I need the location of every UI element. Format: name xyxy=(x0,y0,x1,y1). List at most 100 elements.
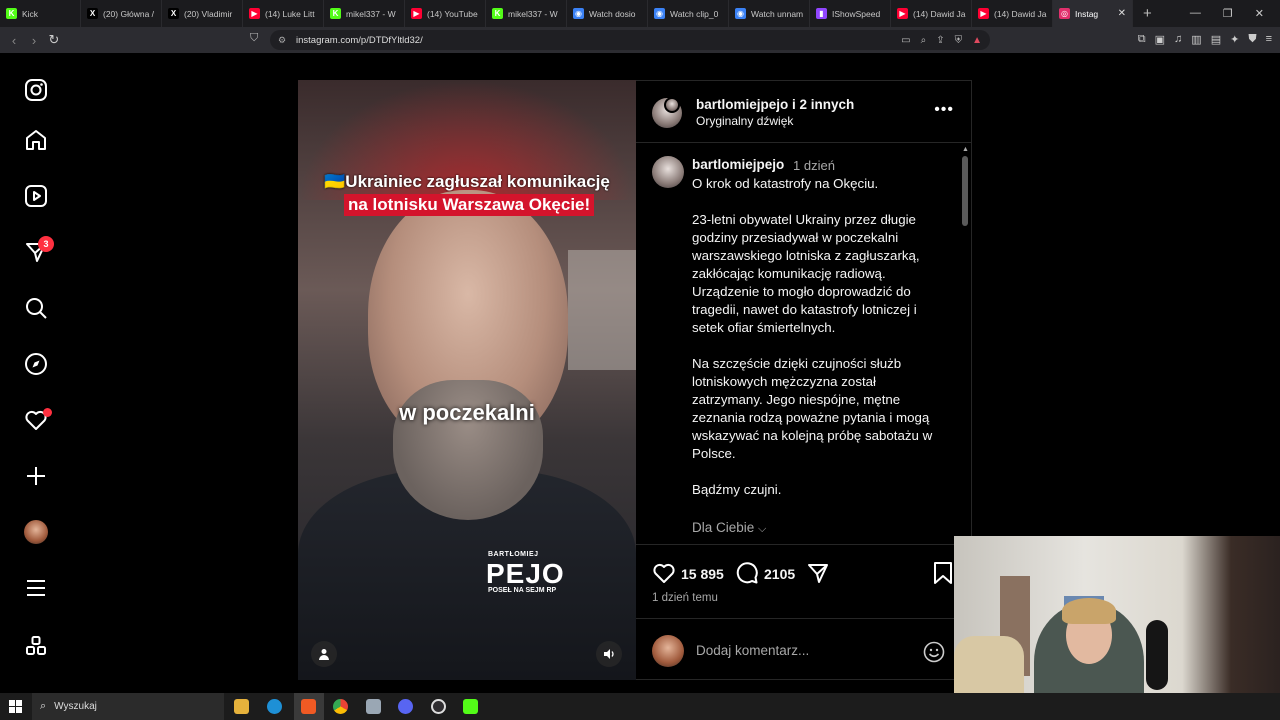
minimize-icon[interactable]: — xyxy=(1190,7,1201,20)
url-text: instagram.com/p/DTDfYltld32/ xyxy=(296,34,423,46)
app-icon[interactable] xyxy=(366,699,381,714)
caption-paragraph: O krok od katastrofy na Okęciu. xyxy=(692,176,879,191)
browser-tab[interactable]: ▶ (14) Dawid Ja xyxy=(891,0,972,27)
also-from-meta-icon[interactable] xyxy=(22,632,50,660)
logo-subtitle: POSEŁ NA SEJM RP xyxy=(488,587,557,594)
extensions-icon[interactable]: ⧉ xyxy=(1138,33,1146,46)
reload-icon[interactable]: ↻ xyxy=(44,32,64,48)
logo-firstname: BARTŁOMIEJ xyxy=(488,551,539,558)
obs-icon[interactable] xyxy=(431,699,446,714)
search-icon[interactable] xyxy=(22,294,50,322)
profile-avatar[interactable] xyxy=(22,518,50,546)
edge-icon[interactable] xyxy=(267,699,282,714)
new-tab-button[interactable]: + xyxy=(1133,5,1162,22)
scroll-up-icon[interactable]: ▲ xyxy=(962,146,969,153)
notifications-badge: 3 xyxy=(38,236,54,252)
maximize-icon[interactable]: ❐ xyxy=(1223,7,1233,20)
taskbar-search[interactable]: ⌕ Wyszukaj xyxy=(32,693,224,720)
mute-button[interactable] xyxy=(596,641,622,667)
url-field[interactable]: ⚙ instagram.com/p/DTDfYltld32/ ▭ ⌕ ⇪ ⛨ ▲ xyxy=(270,30,990,50)
for-you-dropdown[interactable]: Dla Ciebie ⌵ xyxy=(692,520,766,536)
brave-rewards-icon[interactable]: ▲ xyxy=(972,35,982,46)
tab-favicon-icon: ◎ xyxy=(1059,8,1070,19)
post-authors[interactable]: bartlomiejpejo i 2 innych xyxy=(696,97,854,112)
create-icon[interactable] xyxy=(22,462,50,490)
home-icon[interactable] xyxy=(22,126,50,154)
back-icon[interactable]: ‹ xyxy=(4,33,24,48)
discord-icon[interactable] xyxy=(398,699,413,714)
logo-surname: PEJO xyxy=(486,558,565,589)
share-icon[interactable]: ⇪ xyxy=(936,35,944,46)
share-icon[interactable] xyxy=(806,561,830,590)
explore-icon[interactable] xyxy=(22,350,50,378)
tab-favicon-icon: X xyxy=(87,8,98,19)
instagram-logo-icon[interactable] xyxy=(22,76,50,104)
tagged-users-button[interactable] xyxy=(311,641,337,667)
post-date[interactable]: 1 dzień temu xyxy=(652,592,718,604)
comment-input[interactable]: Dodaj komentarz... xyxy=(696,643,809,658)
close-window-icon[interactable]: ✕ xyxy=(1255,7,1264,20)
brave-shield-icon[interactable]: ⛨ xyxy=(955,35,963,46)
caption-username[interactable]: bartlomiejpejo xyxy=(692,157,784,172)
tab-close-icon[interactable]: ✕ xyxy=(1118,8,1126,19)
comment-icon[interactable] xyxy=(735,561,759,590)
more-menu-icon[interactable] xyxy=(22,574,50,602)
comment-count[interactable]: 2105 xyxy=(764,566,795,582)
video-subtitle: w poczekalni xyxy=(399,400,535,425)
tab-label: (14) Luke Litt xyxy=(265,8,315,19)
chrome-icon[interactable] xyxy=(333,699,348,714)
collab-avatar[interactable] xyxy=(664,97,680,113)
browser-tab[interactable]: X (20) Główna / xyxy=(81,0,162,27)
emoji-icon[interactable] xyxy=(923,641,945,668)
kick-icon[interactable] xyxy=(463,699,478,714)
windows-taskbar: ⌕ Wyszukaj xyxy=(0,693,1280,720)
browser-tab[interactable]: X (20) Vladimir xyxy=(162,0,243,27)
file-explorer-icon[interactable] xyxy=(234,699,249,714)
browser-tab[interactable]: Kmikel337 - W xyxy=(486,0,567,27)
site-info-icon[interactable]: ⚙ xyxy=(278,35,286,46)
scrollbar-thumb[interactable] xyxy=(962,156,968,226)
like-count[interactable]: 15 895 xyxy=(681,566,724,582)
wallet-icon[interactable]: ▤ xyxy=(1211,33,1221,46)
url-actions: ▭ ⌕ ⇪ ⛨ ▲ xyxy=(901,35,982,46)
caption-paragraph: Bądźmy czujni. xyxy=(692,482,782,497)
browser-tab[interactable]: ◉ Watch clip_0 xyxy=(648,0,729,27)
bookmark-icon[interactable]: ⛉ xyxy=(250,32,258,45)
caption-time[interactable]: 1 dzień xyxy=(793,158,835,173)
original-audio[interactable]: Oryginalny dźwięk xyxy=(696,114,793,128)
tab-label: Kick xyxy=(22,8,39,19)
browser-tab[interactable]: K Kick xyxy=(0,0,81,27)
tab-favicon-icon: ▶ xyxy=(411,8,422,19)
browser-tab[interactable]: ◎ Instag ✕ xyxy=(1053,0,1133,27)
menu-icon[interactable]: ≡ xyxy=(1266,33,1272,46)
cast-icon[interactable]: ▭ xyxy=(901,35,910,46)
browser-tab-bar: K Kick X (20) Główna / X (20) Vladimir ▶ (14) L… xyxy=(0,0,1280,27)
browser-tab[interactable]: ▶ (14) YouTube xyxy=(405,0,486,27)
reel-video[interactable]: 🇺🇦Ukrainiec zagłuszał komunikację na lot… xyxy=(298,80,636,680)
caption-text: O krok od katastrofy na Okęciu. 23-letni… xyxy=(692,175,946,517)
browser-tab[interactable]: ▮ IShowSpeed xyxy=(810,0,891,27)
zoom-icon[interactable]: ⌕ xyxy=(921,35,927,46)
browser-tab[interactable]: Kmikel337 - W xyxy=(324,0,405,27)
browser-tab[interactable]: ▶ (14) Luke Litt xyxy=(243,0,324,27)
sidebar-toggle-icon[interactable]: ▥ xyxy=(1191,33,1201,46)
post-header: bartlomiejpejo i 2 innych Oryginalny dźw… xyxy=(636,81,972,143)
forward-icon[interactable]: › xyxy=(24,33,44,48)
vpn-icon[interactable]: ⛊ xyxy=(1248,33,1256,46)
leo-ai-icon[interactable]: ✦ xyxy=(1230,33,1239,46)
video-title-line1: 🇺🇦Ukrainiec zagłuszał komunikację xyxy=(324,172,610,191)
reels-icon[interactable] xyxy=(22,182,50,210)
browser-tab[interactable]: ▶ (14) Dawid Ja xyxy=(972,0,1053,27)
media-icon[interactable]: ♫ xyxy=(1174,33,1182,46)
save-icon[interactable] xyxy=(932,561,954,590)
more-options-icon[interactable]: ••• xyxy=(934,101,954,119)
caption-avatar[interactable] xyxy=(652,156,684,188)
caption-section: bartlomiejpejo 1 dzień O krok od katastr… xyxy=(636,144,972,544)
browser-tab[interactable]: ◉ Watch unnam xyxy=(729,0,810,27)
like-icon[interactable] xyxy=(652,561,676,590)
brave-icon[interactable] xyxy=(301,699,316,714)
browser-tab[interactable]: ◉ Watch dosio xyxy=(567,0,648,27)
start-icon[interactable] xyxy=(9,700,22,713)
screenshot-icon[interactable]: ▣ xyxy=(1155,33,1165,46)
tab-label: Instag xyxy=(1075,8,1099,19)
